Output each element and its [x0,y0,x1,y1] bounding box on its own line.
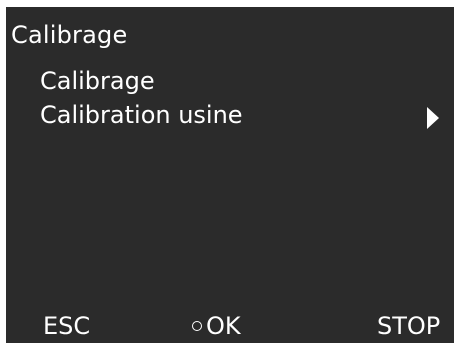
esc-button[interactable]: ESC [43,310,90,342]
menu-item-calibrage[interactable]: Calibrage [40,64,440,98]
menu-item-label: Calibration usine [40,101,243,129]
circle-icon [192,321,202,331]
ok-label: OK [206,312,241,340]
ok-button[interactable]: OK [192,310,241,342]
menu-list: Calibrage Calibration usine [40,64,440,132]
menu-item-label: Calibrage [40,67,155,95]
menu-item-calibration-usine[interactable]: Calibration usine [40,98,440,132]
softkey-bar: ESC OK STOP [6,310,454,342]
chevron-right-icon [427,107,439,129]
device-screen: Calibrage Calibrage Calibration usine ES… [6,7,454,343]
stop-button[interactable]: STOP [377,310,440,342]
screen-title: Calibrage [11,21,128,49]
